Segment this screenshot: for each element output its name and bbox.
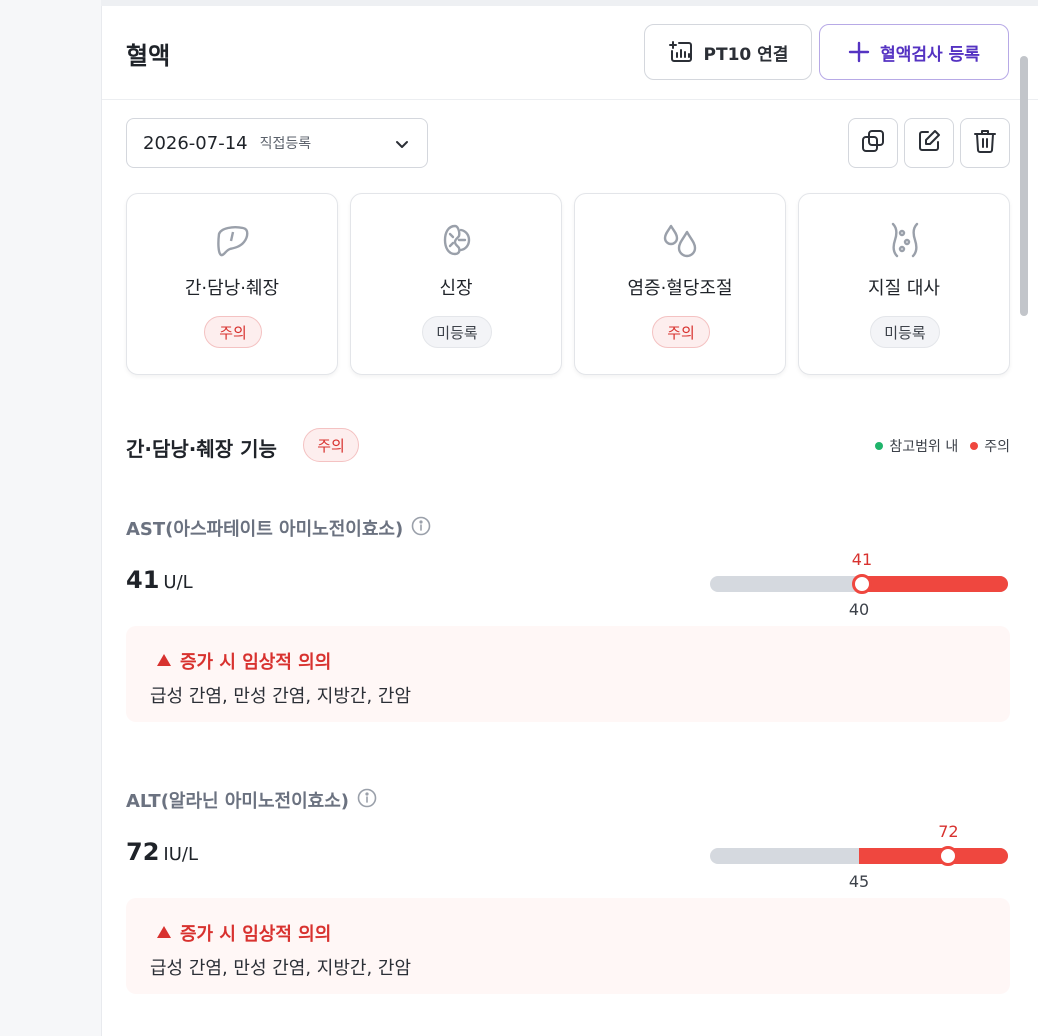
range-high-segment — [859, 848, 1008, 864]
test-name-label: AST(아스파테이트 아미노전이효소) — [126, 519, 404, 540]
info-icon[interactable] — [411, 516, 431, 541]
left-gutter — [0, 0, 101, 1036]
value-number: 41 — [126, 566, 160, 594]
panel-header: 혈액 PT10 연결 혈액검사 등록 — [102, 6, 1038, 100]
test-value-alt: 72 IU/L — [126, 838, 198, 866]
range-bar-ast: 41 40 — [710, 550, 1010, 619]
plus-icon — [848, 41, 870, 63]
status-badge: 미등록 — [870, 316, 940, 348]
reference-value-label: 45 — [848, 872, 870, 891]
legend-normal-label: 참고범위 내 — [889, 439, 959, 455]
status-badge: 미등록 — [422, 316, 492, 348]
value-marker — [851, 574, 872, 594]
pt10-connect-label: PT10 연결 — [703, 44, 789, 65]
test-name-alt: ALT(알라닌 아미노전이효소) — [126, 787, 377, 813]
category-card-inflammation[interactable]: 염증·혈당조절 주의 — [574, 193, 786, 375]
drops-icon — [661, 220, 701, 260]
status-badge: 주의 — [204, 316, 262, 348]
reference-value-label: 40 — [848, 600, 870, 619]
triangle-up-icon — [156, 651, 172, 672]
test-name-label: ALT(알라닌 아미노전이효소) — [126, 791, 350, 812]
category-label: 신장 — [439, 278, 473, 299]
scrollbar-thumb[interactable] — [1020, 56, 1028, 316]
category-card-lipid[interactable]: 지질 대사 미등록 — [798, 193, 1010, 375]
note-body: 급성 간염, 만성 간염, 지방간, 간암 — [150, 686, 412, 707]
category-cards: 간·담낭·췌장 주의 신장 미등록 염증·혈당조절 주의 지질 대사 미등록 — [126, 193, 1010, 375]
marker-value-label: 72 — [938, 822, 959, 841]
value-unit: U/L — [163, 572, 193, 593]
category-card-liver[interactable]: 간·담낭·췌장 주의 — [126, 193, 338, 375]
page-title: 혈액 — [126, 42, 171, 70]
legend-normal-dot — [875, 442, 884, 450]
note-title: 증가 시 임상적 의의 — [156, 648, 331, 674]
pt10-connect-button[interactable]: PT10 연결 — [644, 24, 812, 80]
edit-button[interactable] — [904, 118, 954, 168]
section-status-badge: 주의 — [303, 428, 359, 462]
marker-value-label: 41 — [851, 550, 873, 569]
category-label: 간·담낭·췌장 — [184, 278, 280, 299]
date-entry-type: 직접등록 — [259, 136, 312, 152]
legend-warn-dot — [970, 442, 979, 450]
lipid-icon — [885, 220, 925, 260]
note-title: 증가 시 임상적 의의 — [156, 920, 331, 946]
edit-icon — [916, 128, 942, 158]
legend: 참고범위 내 주의 — [875, 436, 1010, 456]
note-title-label: 증가 시 임상적 의의 — [180, 652, 332, 673]
note-title-label: 증가 시 임상적 의의 — [180, 924, 332, 945]
test-value-ast: 41 U/L — [126, 566, 193, 594]
chevron-down-icon — [393, 135, 411, 157]
section-title: 간·담낭·췌장 기능 — [126, 437, 277, 461]
range-track — [710, 848, 1008, 864]
category-label: 염증·혈당조절 — [627, 278, 733, 299]
delete-button[interactable] — [960, 118, 1010, 168]
add-blood-test-label: 혈액검사 등록 — [880, 44, 980, 65]
info-icon[interactable] — [357, 788, 377, 813]
kidney-icon — [437, 220, 477, 260]
note-body: 급성 간염, 만성 간염, 지방간, 간암 — [150, 958, 412, 979]
value-number: 72 — [126, 838, 160, 866]
legend-warn-label: 주의 — [984, 439, 1010, 455]
blood-test-panel: 혈액 PT10 연결 혈액검사 등록 2026-07-14 직접등록 간·담낭·… — [101, 6, 1038, 1036]
date-value: 2026-07-14 — [143, 132, 248, 154]
range-high-segment — [859, 576, 1008, 592]
add-blood-test-button[interactable]: 혈액검사 등록 — [819, 24, 1009, 80]
chart-plus-icon — [668, 39, 694, 65]
clinical-note-ast: 증가 시 임상적 의의 급성 간염, 만성 간염, 지방간, 간암 — [126, 626, 1010, 722]
triangle-up-icon — [156, 923, 172, 944]
test-name-ast: AST(아스파테이트 아미노전이효소) — [126, 515, 431, 541]
status-badge: 주의 — [652, 316, 710, 348]
copy-button[interactable] — [848, 118, 898, 168]
value-unit: IU/L — [163, 844, 198, 865]
copy-icon — [860, 128, 886, 158]
range-bar-alt: 72 45 — [710, 822, 1010, 891]
clinical-note-alt: 증가 시 임상적 의의 급성 간염, 만성 간염, 지방간, 간암 — [126, 898, 1010, 994]
trash-icon — [972, 128, 998, 158]
category-card-kidney[interactable]: 신장 미등록 — [350, 193, 562, 375]
liver-icon — [213, 220, 253, 260]
category-label: 지질 대사 — [868, 278, 940, 299]
date-select[interactable]: 2026-07-14 직접등록 — [126, 118, 428, 168]
